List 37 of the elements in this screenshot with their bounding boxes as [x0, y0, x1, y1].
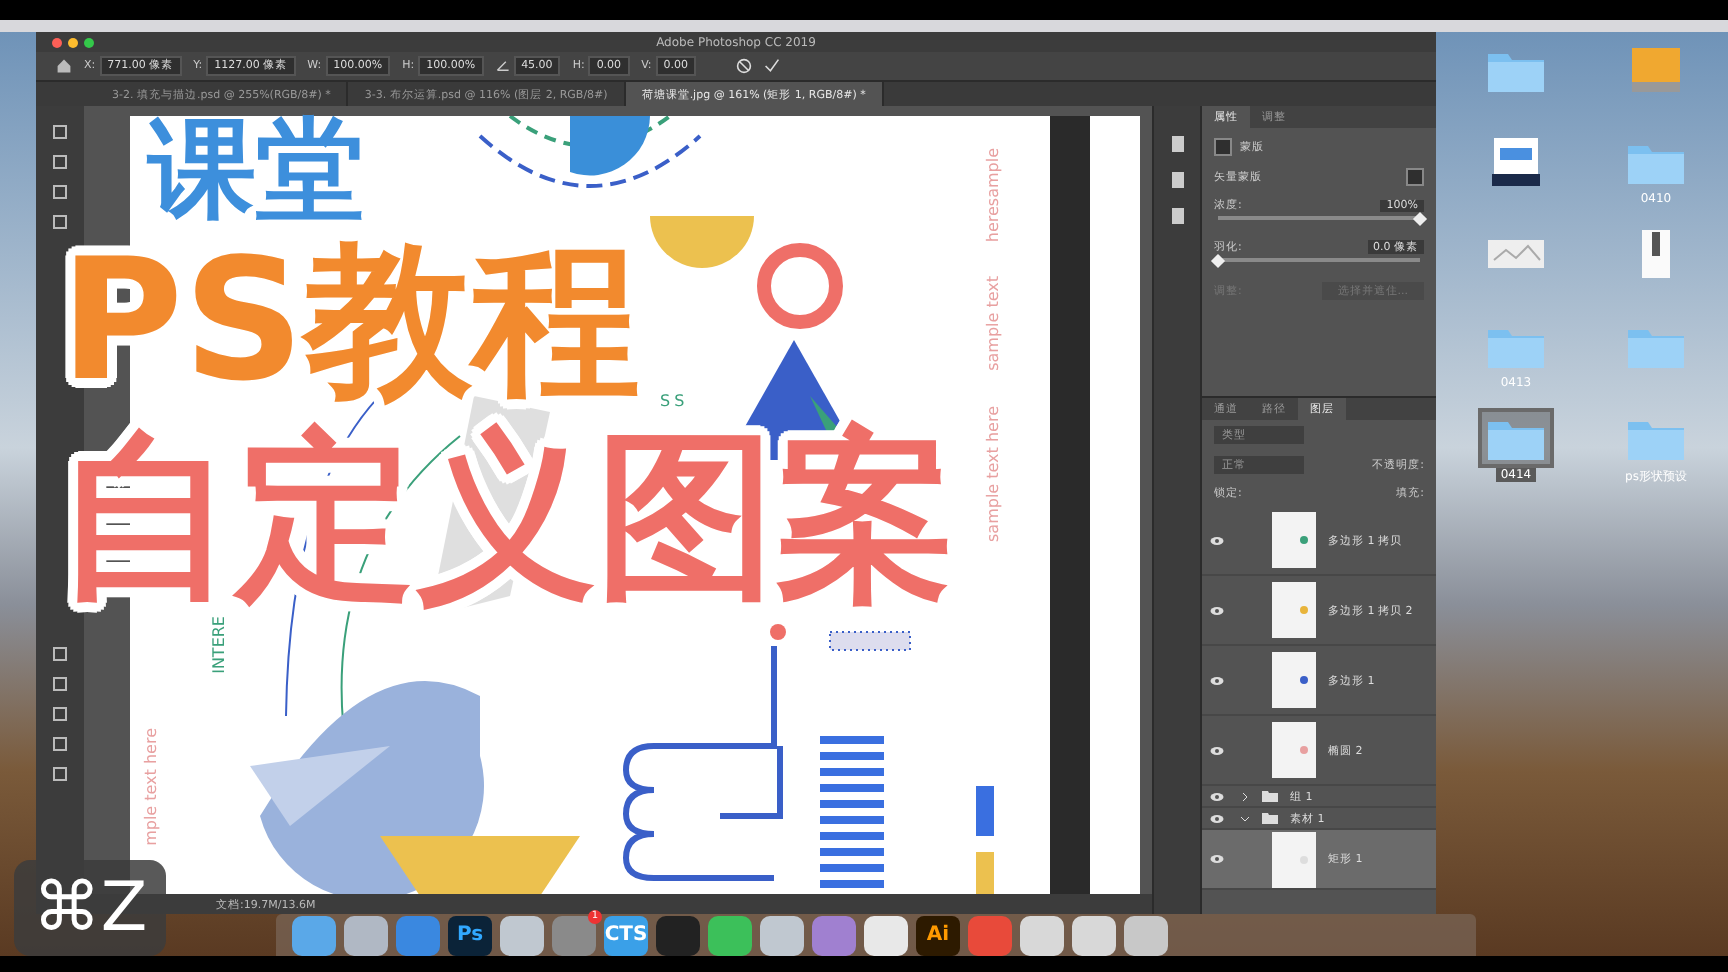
- vertical-caption: sample text here: [984, 406, 1002, 542]
- disclosure-caret-icon[interactable]: [1240, 813, 1250, 823]
- visibility-eye-icon[interactable]: [1210, 675, 1224, 685]
- home-icon[interactable]: [56, 58, 72, 74]
- folder-stack-icon[interactable]: [1020, 915, 1064, 955]
- app-icon[interactable]: [864, 915, 908, 955]
- rocket-app-icon[interactable]: [344, 915, 388, 955]
- visibility-eye-icon[interactable]: [1210, 535, 1224, 545]
- trash-icon[interactable]: [1124, 915, 1168, 955]
- cancel-icon[interactable]: [735, 58, 752, 74]
- finder-app-icon[interactable]: [292, 915, 336, 955]
- illustrator-app-icon[interactable]: Ai: [916, 915, 960, 955]
- photoshop-app-icon[interactable]: Ps: [448, 915, 492, 955]
- disclosure-caret-icon[interactable]: [1240, 791, 1250, 801]
- vertical-caption: heresample: [984, 148, 1002, 243]
- angle-icon: [495, 60, 510, 72]
- slider-thumb[interactable]: [1412, 211, 1428, 227]
- penguin-app-icon[interactable]: [656, 915, 700, 955]
- arc-caption: SS: [660, 392, 689, 410]
- arc-caption: INTERE: [210, 616, 228, 674]
- vector-mask-icon[interactable]: [1406, 168, 1424, 186]
- visibility-eye-icon[interactable]: [1210, 854, 1224, 864]
- visibility-eye-icon[interactable]: [1210, 791, 1224, 801]
- brand-title: 课堂: [148, 116, 364, 224]
- mask-icon: [1214, 138, 1232, 156]
- visibility-eye-icon[interactable]: [1210, 745, 1224, 755]
- app-icon[interactable]: [760, 915, 804, 955]
- chat-app-icon[interactable]: [708, 915, 752, 955]
- vertical-caption: sample text: [984, 276, 1002, 371]
- vertical-caption: mple text here: [142, 728, 160, 846]
- slider-thumb[interactable]: [1210, 253, 1226, 269]
- keyboard-shortcut-badge: ⌘Z: [14, 860, 166, 956]
- folder-stack-icon[interactable]: [1072, 915, 1116, 955]
- visibility-eye-icon[interactable]: [1210, 813, 1224, 823]
- visibility-eye-icon[interactable]: [1210, 605, 1224, 615]
- app-icon[interactable]: [500, 915, 544, 955]
- checkmark-icon[interactable]: [763, 58, 780, 74]
